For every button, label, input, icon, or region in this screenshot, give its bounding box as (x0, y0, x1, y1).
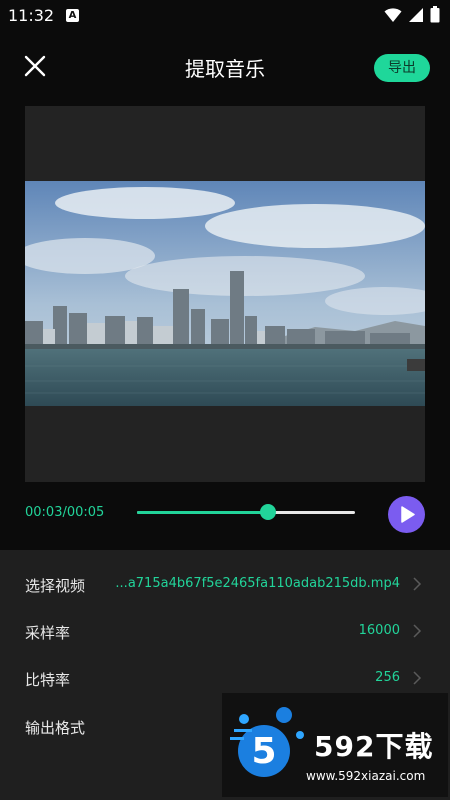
watermark-brand: 592下载 (314, 730, 434, 763)
row-label: 输出格式 (25, 719, 86, 737)
a-notification-icon: A (66, 9, 79, 22)
site-watermark: 5 592下载 www.592xiazai.com (222, 693, 448, 797)
chevron-right-icon (413, 624, 422, 638)
seek-slider[interactable] (137, 502, 355, 522)
row-value: ...a715a4b67f5e2465fa110adab215db.mp4 (115, 576, 400, 591)
status-bar: 11:32 A (0, 0, 450, 32)
title-bar: 提取音乐 导出 (0, 40, 450, 94)
row-value: 256 (375, 670, 400, 685)
row-label: 选择视频 (25, 577, 86, 595)
row-label: 采样率 (25, 624, 71, 642)
watermark-url: www.592xiazai.com (306, 769, 426, 783)
seek-progress (137, 511, 268, 514)
chevron-right-icon (413, 577, 422, 591)
playback-time: 00:03/00:05 (25, 505, 105, 520)
chevron-right-icon (413, 671, 422, 685)
play-button[interactable] (388, 496, 425, 533)
row-label: 比特率 (25, 671, 71, 689)
select-video-row[interactable]: 选择视频 ...a715a4b67f5e2465fa110adab215db.m… (0, 561, 450, 609)
play-icon (401, 506, 415, 523)
video-preview[interactable] (25, 106, 425, 482)
battery-icon (430, 6, 440, 23)
status-icons (384, 6, 440, 23)
watermark-logo-digit: 5 (251, 731, 276, 772)
video-frame (25, 181, 425, 406)
export-button[interactable]: 导出 (374, 54, 430, 82)
seek-thumb[interactable] (259, 504, 276, 520)
status-time: 11:32 (8, 6, 55, 25)
signal-icon (409, 7, 423, 22)
harbor-skyline-image (25, 181, 425, 406)
wifi-icon (384, 7, 402, 22)
sample-rate-row[interactable]: 采样率 16000 (0, 608, 450, 656)
row-value: 16000 (358, 623, 400, 638)
watermark-logo: 5 (230, 707, 304, 777)
